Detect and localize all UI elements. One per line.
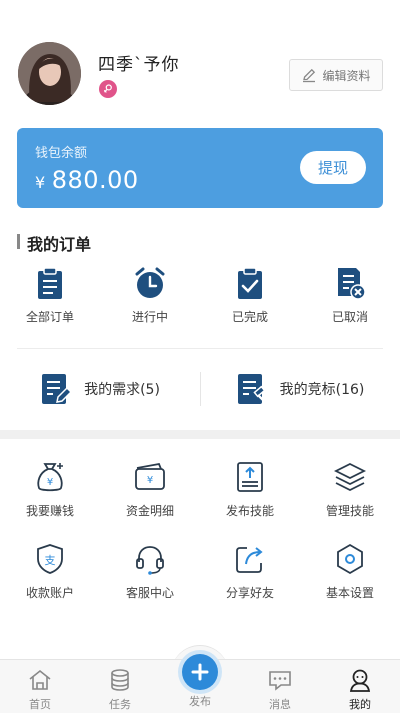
tab-messages[interactable]: 消息 [240, 660, 320, 713]
payment-account-label: 收款账户 [25, 586, 74, 600]
tab-mine-label: 我的 [349, 698, 371, 711]
orders-title: 我的订单 [17, 231, 91, 255]
tab-tasks-label: 任务 [109, 698, 131, 711]
database-icon [111, 669, 129, 691]
money-bag-icon: ¥ [37, 463, 63, 492]
wallet-amount: 880.00 [51, 166, 139, 194]
alarm-clock-icon [135, 267, 165, 298]
publish-skill-label: 发布技能 [225, 504, 274, 518]
feature-grid: ¥ 我要赚钱 ¥ 资金明细 发布技能 管理技能 支 收款账户 客服中心 分享好友… [0, 460, 400, 624]
manage-skills[interactable]: 管理技能 [300, 460, 400, 522]
wallet-balance: ¥880.00 [35, 166, 139, 194]
customer-service[interactable]: 客服中心 [100, 542, 200, 604]
earn-money[interactable]: ¥ 我要赚钱 [0, 460, 100, 522]
document-cancel-icon [338, 268, 366, 300]
needs-separator [200, 372, 201, 406]
publish-button[interactable] [182, 654, 218, 690]
chat-icon [269, 671, 291, 691]
wallet-icon: ¥ [135, 462, 165, 490]
payment-account[interactable]: 支 收款账户 [0, 542, 100, 604]
my-bids[interactable]: 我的竞标(16) [200, 366, 400, 412]
my-bids-label: 我的竞标(16) [279, 382, 365, 398]
section-separator [0, 430, 400, 439]
my-needs[interactable]: 我的需求(5) [0, 366, 200, 412]
pencil-icon [303, 68, 316, 83]
tab-messages-label: 消息 [269, 698, 291, 711]
svg-text:¥: ¥ [147, 475, 153, 486]
order-in-progress[interactable]: 进行中 [100, 266, 200, 332]
clipboard-list-icon [38, 267, 62, 299]
avatar[interactable] [18, 42, 81, 105]
my-needs-label: 我的需求(5) [84, 382, 160, 398]
edit-profile-button[interactable]: 编辑资料 [289, 59, 383, 91]
wallet-label: 钱包余额 [35, 146, 88, 161]
order-completed-label: 已完成 [231, 310, 268, 324]
home-icon [29, 669, 51, 690]
feature-row: ¥ 我要赚钱 ¥ 资金明细 发布技能 管理技能 [0, 460, 400, 522]
share-friends-label: 分享好友 [225, 586, 274, 600]
fund-details-label: 资金明细 [125, 504, 174, 518]
order-completed[interactable]: 已完成 [200, 266, 300, 332]
shield-pay-icon: 支 [37, 544, 63, 574]
share-icon [236, 547, 263, 573]
currency-symbol: ¥ [35, 173, 46, 192]
clipboard-check-icon [238, 267, 262, 299]
earn-money-label: 我要赚钱 [25, 504, 74, 518]
tab-publish-label: 发布 [189, 695, 211, 708]
tab-home-label: 首页 [29, 698, 51, 711]
layers-icon [333, 462, 367, 492]
basic-settings[interactable]: 基本设置 [300, 542, 400, 604]
customer-service-label: 客服中心 [125, 586, 174, 600]
upload-icon [237, 462, 263, 492]
svg-text:¥: ¥ [47, 477, 53, 488]
wallet-card: 钱包余额 ¥880.00 提现 [17, 128, 383, 208]
order-in-progress-label: 进行中 [131, 310, 168, 324]
edit-profile-label: 编辑资料 [322, 68, 371, 83]
withdraw-button[interactable]: 提现 [300, 151, 366, 184]
basic-settings-label: 基本设置 [325, 586, 374, 600]
female-gender-icon [99, 80, 117, 98]
share-friends[interactable]: 分享好友 [200, 542, 300, 604]
user-icon [349, 669, 371, 692]
order-all-label: 全部订单 [25, 310, 74, 324]
needs-row: 我的需求(5) 我的竞标(16) [0, 366, 400, 412]
username: 四季`予你 [98, 55, 180, 75]
divider [17, 348, 383, 349]
order-cancelled-label: 已取消 [331, 310, 368, 324]
document-edit-icon [42, 374, 73, 404]
profile-header: 四季`予你 编辑资料 [18, 42, 384, 106]
tab-mine[interactable]: 我的 [320, 660, 400, 713]
avatar-image [18, 42, 81, 105]
fund-details[interactable]: ¥ 资金明细 [100, 460, 200, 522]
tab-home[interactable]: 首页 [0, 660, 80, 713]
order-all[interactable]: 全部订单 [0, 266, 100, 332]
publish-skill[interactable]: 发布技能 [200, 460, 300, 522]
plus-icon [191, 663, 209, 681]
headset-icon [136, 546, 164, 575]
orders-row: 全部订单 进行中 已完成 已取消 [0, 266, 400, 332]
svg-text:支: 支 [45, 554, 56, 567]
feature-row: 支 收款账户 客服中心 分享好友 基本设置 [0, 542, 400, 604]
manage-skills-label: 管理技能 [325, 504, 374, 518]
document-gavel-icon [237, 374, 267, 404]
order-cancelled[interactable]: 已取消 [300, 266, 400, 332]
hexagon-settings-icon [337, 543, 363, 575]
tab-tasks[interactable]: 任务 [80, 660, 160, 713]
